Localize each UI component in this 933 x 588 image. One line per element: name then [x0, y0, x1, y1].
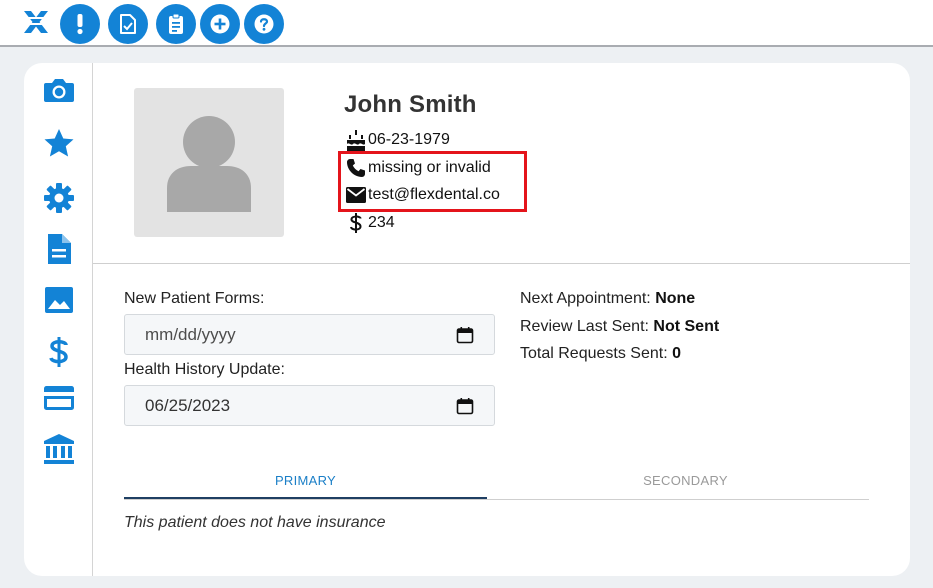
- new-patient-forms-label: New Patient Forms:: [124, 290, 265, 307]
- image-icon: [45, 287, 73, 313]
- gear-icon: [44, 183, 74, 213]
- forms-button[interactable]: [108, 4, 148, 44]
- calendar-icon[interactable]: [456, 326, 474, 344]
- camera-icon: [44, 79, 74, 102]
- side-navigation: [24, 63, 93, 576]
- clipboard-icon: [169, 13, 183, 34]
- health-history-date-value: 06/25/2023: [145, 395, 231, 415]
- tab-primary[interactable]: PRIMARY: [124, 460, 487, 500]
- birthday-cake-icon: [344, 128, 368, 152]
- top-toolbar: [0, 0, 933, 47]
- images-nav-button[interactable]: [42, 283, 76, 317]
- plus-icon: [210, 14, 230, 34]
- new-patient-forms-date-input[interactable]: mm/dd/yyyy: [124, 314, 495, 355]
- bank-nav-button[interactable]: [42, 432, 76, 466]
- balance-text: 234: [368, 214, 395, 231]
- documents-nav-button[interactable]: [42, 232, 76, 266]
- patient-card: John Smith 06-23-1979 missing or invalid: [24, 63, 910, 576]
- active-tab-indicator: [124, 497, 487, 499]
- next-appointment-label: Next Appointment:: [520, 290, 651, 307]
- next-appointment-stat: Next Appointment: None: [520, 290, 695, 308]
- question-icon: [254, 14, 274, 34]
- birthdate-row: 06-23-1979: [344, 128, 450, 152]
- credit-card-icon: [44, 386, 74, 410]
- birthdate-text: 06-23-1979: [368, 131, 450, 148]
- star-nav-button[interactable]: [42, 126, 76, 160]
- next-appointment-value: None: [655, 290, 696, 307]
- new-patient-forms-date-value: mm/dd/yyyy: [145, 324, 236, 344]
- add-button[interactable]: [200, 4, 240, 44]
- tab-secondary[interactable]: SECONDARY: [504, 460, 867, 500]
- no-insurance-message: This patient does not have insurance: [124, 514, 386, 531]
- camera-nav-button[interactable]: [42, 73, 76, 107]
- review-last-sent-stat: Review Last Sent: Not Sent: [520, 318, 719, 336]
- settings-nav-button[interactable]: [42, 181, 76, 215]
- review-last-sent-label: Review Last Sent:: [520, 318, 649, 335]
- health-history-label: Health History Update:: [124, 361, 285, 378]
- total-requests-label: Total Requests Sent:: [520, 345, 668, 362]
- help-button[interactable]: [244, 4, 284, 44]
- patient-name: John Smith: [344, 91, 477, 118]
- checked-document-icon: [120, 14, 136, 34]
- exclamation-icon: [77, 14, 83, 35]
- balance-row: 234: [344, 211, 395, 235]
- avatar[interactable]: [134, 88, 284, 237]
- section-divider: [93, 263, 910, 264]
- review-last-sent-value: Not Sent: [653, 318, 720, 335]
- billing-nav-button[interactable]: [42, 335, 76, 369]
- bank-icon: [44, 434, 74, 464]
- calendar-icon[interactable]: [456, 397, 474, 415]
- alert-button[interactable]: [60, 4, 100, 44]
- total-requests-stat: Total Requests Sent: 0: [520, 345, 681, 363]
- document-icon: [48, 234, 71, 264]
- payments-nav-button[interactable]: [42, 381, 76, 415]
- star-icon: [44, 129, 74, 157]
- health-history-date-input[interactable]: 06/25/2023: [124, 385, 495, 426]
- highlight-box: [338, 151, 527, 212]
- clipboard-button[interactable]: [156, 4, 196, 44]
- dollar-sign-icon: [344, 211, 368, 235]
- dollar-icon: [49, 337, 68, 367]
- user-silhouette-icon: [167, 115, 251, 212]
- total-requests-value: 0: [672, 345, 681, 362]
- tab-bar-line: [124, 499, 869, 500]
- flex-x-logo-icon[interactable]: [22, 9, 50, 35]
